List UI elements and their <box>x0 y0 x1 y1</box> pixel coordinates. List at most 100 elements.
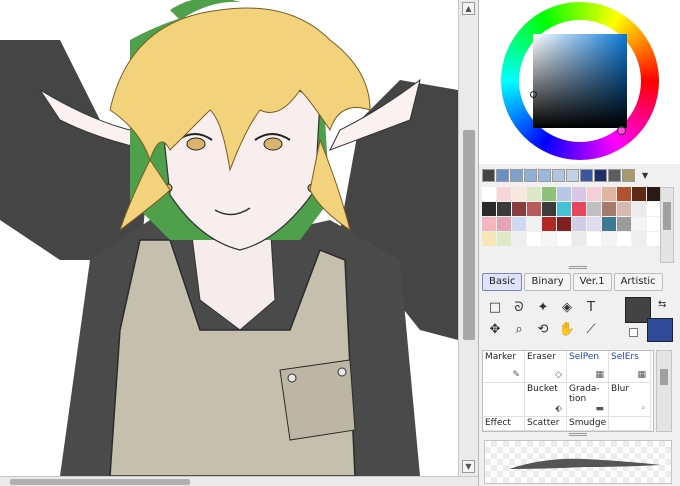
palette-swatch[interactable] <box>617 202 631 216</box>
palette-swatch[interactable] <box>512 187 526 201</box>
scroll-up-arrow-icon[interactable]: ▲ <box>462 2 475 15</box>
palette-swatch[interactable] <box>617 217 631 231</box>
saturation-value-square[interactable] <box>533 34 627 128</box>
tab-basic[interactable]: Basic <box>482 273 523 291</box>
hand-icon[interactable]: ✋ <box>555 318 579 340</box>
recent-color-swatch[interactable] <box>496 168 509 182</box>
palette-swatch[interactable] <box>542 202 556 216</box>
eyedropper-icon[interactable]: ⟋ <box>579 318 603 340</box>
palette-swatch[interactable] <box>512 217 526 231</box>
brush-smudge[interactable]: Smudge <box>567 417 609 431</box>
palette-swatch[interactable] <box>572 202 586 216</box>
palette-swatch[interactable] <box>512 202 526 216</box>
brush-selpen[interactable]: SelPen ▦ <box>567 351 609 383</box>
palette-swatch[interactable] <box>497 217 511 231</box>
palette-swatch[interactable] <box>602 187 616 201</box>
brush-selers[interactable]: SelErs ▦ <box>609 351 651 383</box>
recent-color-swatch[interactable] <box>580 168 593 182</box>
palette-swatch[interactable] <box>602 202 616 216</box>
brush-scroll-thumb[interactable] <box>660 369 668 385</box>
recent-colors-dropdown-icon[interactable]: ▼ <box>642 171 648 180</box>
palette-swatch[interactable] <box>617 232 631 246</box>
palette-swatch[interactable] <box>632 202 646 216</box>
recent-color-swatch[interactable] <box>510 168 523 182</box>
palette-swatch[interactable] <box>557 187 571 201</box>
palette-swatch[interactable] <box>497 232 511 246</box>
palette-swatch[interactable] <box>587 217 601 231</box>
recent-color-swatch[interactable] <box>608 168 621 182</box>
palette-swatch[interactable] <box>647 187 661 201</box>
tab-binary[interactable]: Binary <box>524 273 571 291</box>
palette-swatch[interactable] <box>527 187 541 201</box>
brush-bucket[interactable]: Bucket ⬖ <box>525 383 567 417</box>
palette-swatch[interactable] <box>647 217 661 231</box>
sub-color-swatch[interactable] <box>647 318 673 342</box>
hue-picker-marker[interactable] <box>617 126 626 135</box>
palette-swatch[interactable] <box>557 202 571 216</box>
palette-swatch[interactable] <box>527 202 541 216</box>
palette-swatch[interactable] <box>527 232 541 246</box>
recent-color-swatch[interactable] <box>594 168 607 182</box>
reset-colors-icon[interactable] <box>629 328 638 337</box>
palette-swatch[interactable] <box>572 187 586 201</box>
palette-swatch[interactable] <box>587 202 601 216</box>
bucket-select-icon[interactable]: ◈ <box>555 296 579 318</box>
swap-colors-icon[interactable]: ⇆ <box>658 299 666 310</box>
canvas-vertical-scrollbar[interactable]: ▲ ▼ <box>458 0 478 476</box>
palette-swatch[interactable] <box>602 232 616 246</box>
horizontal-scroll-thumb[interactable] <box>10 479 190 485</box>
palette-swatch[interactable] <box>482 217 496 231</box>
palette-swatch[interactable] <box>482 202 496 216</box>
palette-swatch[interactable] <box>632 187 646 201</box>
palette-swatch[interactable] <box>482 232 496 246</box>
brush-eraser[interactable]: Eraser ◇ <box>525 351 567 383</box>
palette-scroll-thumb[interactable] <box>663 202 671 230</box>
palette-swatch[interactable] <box>542 232 556 246</box>
palette-swatch[interactable] <box>647 232 661 246</box>
brush-blur[interactable]: Blur ◦ <box>609 383 651 417</box>
palette-swatch[interactable] <box>617 187 631 201</box>
recent-color-swatch[interactable] <box>482 168 495 182</box>
brush-scatter[interactable]: Scatter <box>525 417 567 431</box>
text-icon[interactable]: T <box>579 296 603 318</box>
palette-swatch[interactable] <box>497 187 511 201</box>
drawing-canvas[interactable] <box>0 0 458 476</box>
brush-effect[interactable]: Effect <box>483 417 525 431</box>
palette-swatch[interactable] <box>602 217 616 231</box>
palette-swatch[interactable] <box>557 232 571 246</box>
tab-ver1[interactable]: Ver.1 <box>572 273 612 291</box>
palette-swatch[interactable] <box>632 232 646 246</box>
palette-swatch[interactable] <box>527 217 541 231</box>
palette-swatch[interactable] <box>482 187 496 201</box>
palette-swatch[interactable] <box>587 232 601 246</box>
magic-wand-icon[interactable]: ✦ <box>531 296 555 318</box>
rotate-icon[interactable]: ⟲ <box>531 318 555 340</box>
palette-swatch[interactable] <box>587 187 601 201</box>
recent-color-swatch[interactable] <box>538 168 551 182</box>
palette-swatch[interactable] <box>497 202 511 216</box>
sv-picker-marker[interactable] <box>530 91 537 98</box>
brush-grid-scrollbar[interactable] <box>656 350 672 432</box>
rect-select-icon[interactable]: □ <box>483 296 507 318</box>
tab-artistic[interactable]: Artistic <box>613 273 663 291</box>
recent-color-swatch[interactable] <box>552 168 565 182</box>
palette-swatch[interactable] <box>542 187 556 201</box>
recent-color-swatch[interactable] <box>524 168 537 182</box>
palette-swatch[interactable] <box>572 217 586 231</box>
recent-color-swatch[interactable] <box>622 168 635 182</box>
lasso-icon[interactable]: ᘐ <box>507 296 531 318</box>
panel-splitter-grip[interactable] <box>569 266 587 269</box>
recent-color-swatch[interactable] <box>566 168 579 182</box>
palette-scrollbar[interactable] <box>660 187 674 263</box>
vertical-scroll-thumb[interactable] <box>463 130 475 340</box>
move-icon[interactable]: ✥ <box>483 318 507 340</box>
palette-swatch[interactable] <box>542 217 556 231</box>
brush-splitter-grip[interactable] <box>569 433 587 436</box>
palette-swatch[interactable] <box>557 217 571 231</box>
brush-grada-tion[interactable]: Grada- tion ▬ <box>567 383 609 417</box>
palette-swatch[interactable] <box>647 202 661 216</box>
palette-swatch[interactable] <box>572 232 586 246</box>
scroll-down-arrow-icon[interactable]: ▼ <box>462 460 475 473</box>
canvas-horizontal-scrollbar[interactable] <box>0 476 478 486</box>
brush-marker[interactable]: Marker ✎ <box>483 351 525 383</box>
